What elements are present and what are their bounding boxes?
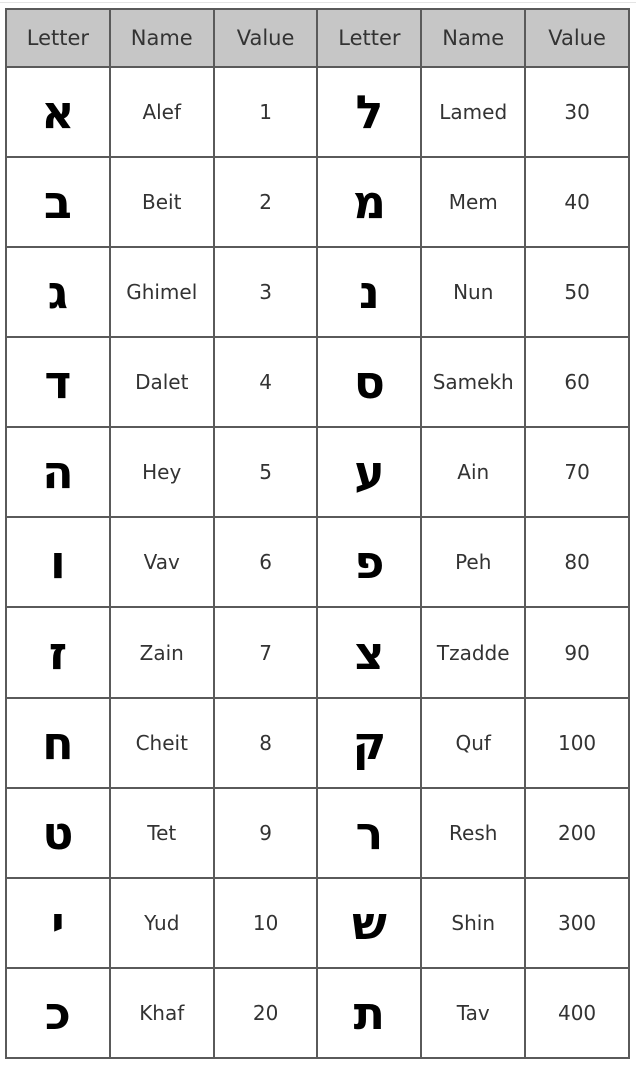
letter-name: Resh [420, 786, 527, 879]
hebrew-letter: ו [5, 516, 111, 609]
hebrew-letter: מ [316, 156, 423, 249]
letter-value: 2 [212, 156, 319, 249]
letter-name: Beit [108, 156, 215, 249]
letter-value: 8 [212, 696, 319, 789]
letter-value: 70 [524, 426, 630, 519]
hebrew-letter: ת [316, 966, 423, 1060]
header-name: Name [108, 8, 215, 68]
table-row: ט Tet 9 ר Resh 200 [5, 786, 630, 879]
letter-name: Nun [420, 246, 527, 339]
hebrew-alphabet-table: Letter Name Value Letter Name Value א Ale… [5, 8, 630, 1060]
header-row: Letter Name Value Letter Name Value [5, 8, 630, 68]
letter-name: Ain [420, 426, 527, 519]
table-row: א Alef 1 ל Lamed 30 [5, 65, 630, 159]
letter-value: 1 [212, 65, 319, 159]
hebrew-letter: ל [316, 65, 423, 159]
hebrew-letter: ה [5, 426, 111, 519]
letter-value: 5 [212, 426, 319, 519]
letter-value: 30 [524, 65, 630, 159]
table-row: י Yud 10 ש Shin 300 [5, 876, 630, 969]
hebrew-letter: ח [5, 696, 111, 789]
letter-value: 200 [524, 786, 630, 879]
table-row: ז Zain 7 צ Tzadde 90 [5, 606, 630, 699]
letter-name: Mem [420, 156, 527, 249]
letter-name: Peh [420, 516, 527, 609]
hebrew-letter: ס [316, 336, 423, 429]
letter-value: 7 [212, 606, 319, 699]
letter-name: Shin [420, 876, 527, 969]
hebrew-letter: כ [5, 966, 111, 1060]
header-value: Value [212, 8, 319, 68]
letter-name: Tav [420, 966, 527, 1060]
letter-name: Dalet [108, 336, 215, 429]
letter-value: 60 [524, 336, 630, 429]
hebrew-letter: ט [5, 786, 111, 879]
letter-value: 4 [212, 336, 319, 429]
top-divider [0, 2, 636, 3]
letter-name: Alef [108, 65, 215, 159]
hebrew-letter: ק [316, 696, 423, 789]
hebrew-letter: ז [5, 606, 111, 699]
table-row: ב Beit 2 מ Mem 40 [5, 156, 630, 249]
letter-value: 100 [524, 696, 630, 789]
table-row: ד Dalet 4 ס Samekh 60 [5, 336, 630, 429]
hebrew-letter: פ [316, 516, 423, 609]
letter-name: Tzadde [420, 606, 527, 699]
table-row: ה Hey 5 ע Ain 70 [5, 426, 630, 519]
letter-value: 50 [524, 246, 630, 339]
letter-name: Hey [108, 426, 215, 519]
letter-name: Samekh [420, 336, 527, 429]
letter-name: Vav [108, 516, 215, 609]
letter-value: 400 [524, 966, 630, 1060]
header-letter: Letter [5, 8, 111, 68]
letter-value: 40 [524, 156, 630, 249]
letter-value: 20 [212, 966, 319, 1060]
letter-name: Tet [108, 786, 215, 879]
header-letter: Letter [316, 8, 423, 68]
letter-value: 300 [524, 876, 630, 969]
hebrew-letter: ש [316, 876, 423, 969]
hebrew-letter: ע [316, 426, 423, 519]
table-row: ג Ghimel 3 נ Nun 50 [5, 246, 630, 339]
hebrew-letter: ר [316, 786, 423, 879]
letter-name: Zain [108, 606, 215, 699]
letter-value: 3 [212, 246, 319, 339]
table-row: כ Khaf 20 ת Tav 400 [5, 966, 630, 1060]
hebrew-letter: ד [5, 336, 111, 429]
letter-name: Quf [420, 696, 527, 789]
letter-value: 10 [212, 876, 319, 969]
letter-name: Cheit [108, 696, 215, 789]
letter-name: Lamed [420, 65, 527, 159]
letter-value: 90 [524, 606, 630, 699]
letter-name: Khaf [108, 966, 215, 1060]
hebrew-letter: י [5, 876, 111, 969]
letter-value: 6 [212, 516, 319, 609]
letter-name: Ghimel [108, 246, 215, 339]
letter-name: Yud [108, 876, 215, 969]
table-row: ח Cheit 8 ק Quf 100 [5, 696, 630, 789]
hebrew-letter: ג [5, 246, 111, 339]
hebrew-letter: נ [316, 246, 423, 339]
header-name: Name [420, 8, 527, 68]
letter-value: 9 [212, 786, 319, 879]
table-row: ו Vav 6 פ Peh 80 [5, 516, 630, 609]
hebrew-letter: א [5, 65, 111, 159]
header-value: Value [524, 8, 630, 68]
hebrew-letter: ב [5, 156, 111, 249]
hebrew-letter: צ [316, 606, 423, 699]
letter-value: 80 [524, 516, 630, 609]
